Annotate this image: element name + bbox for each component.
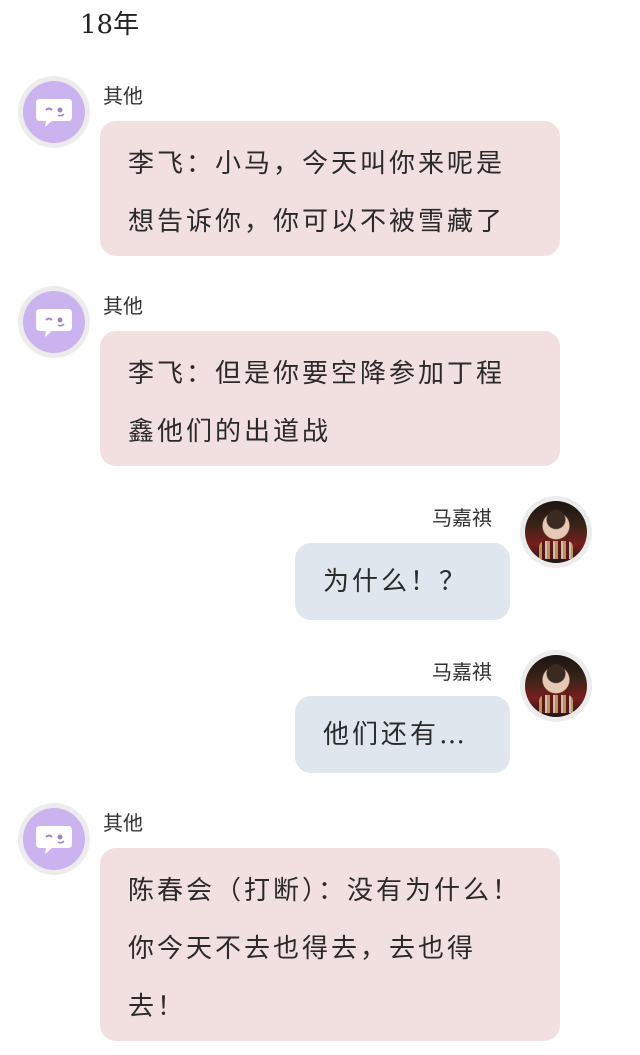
user-photo xyxy=(525,501,587,563)
sender-name: 其他 xyxy=(103,811,143,835)
user-photo xyxy=(525,655,587,717)
sender-avatar[interactable] xyxy=(18,76,90,148)
chat-bubble-icon xyxy=(36,826,72,854)
sender-name: 其他 xyxy=(103,294,143,318)
user-avatar[interactable] xyxy=(520,496,592,568)
sender-avatar[interactable] xyxy=(18,286,90,358)
sender-name: 马嘉祺 xyxy=(432,506,492,530)
sender-avatar[interactable] xyxy=(18,803,90,875)
sender-name: 马嘉祺 xyxy=(432,660,492,684)
message-bubble[interactable]: 李飞：但是你要空降参加丁程鑫他们的出道战 xyxy=(100,331,560,466)
chat-bubble-icon xyxy=(36,309,72,337)
message-bubble[interactable]: 他们还有… xyxy=(295,696,510,773)
message-bubble[interactable]: 陈春会（打断）：没有为什么！你今天不去也得去，去也得去！ xyxy=(100,848,560,1041)
message-bubble[interactable]: 为什么！？ xyxy=(295,543,510,620)
chat-bubble-icon xyxy=(36,99,72,127)
sender-name: 其他 xyxy=(103,84,143,108)
chat-date-header: 18年 xyxy=(80,10,140,40)
user-avatar[interactable] xyxy=(520,650,592,722)
message-bubble[interactable]: 李飞：小马，今天叫你来呢是想告诉你，你可以不被雪藏了 xyxy=(100,121,560,256)
